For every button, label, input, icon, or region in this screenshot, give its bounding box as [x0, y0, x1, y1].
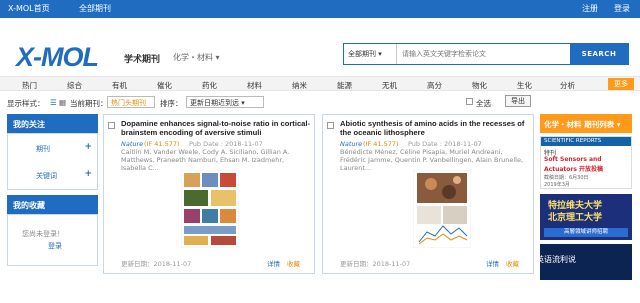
article-authors: Caitlin M. Vander Weele, Cody A. Sicilia… [121, 148, 290, 172]
nav-item-hot[interactable]: 热门 [22, 80, 37, 91]
category-nav: 热门 综合 有机 催化 药化 材料 纳米 能源 无机 高分 物化 生化 分析 更… [0, 76, 640, 91]
university-ad[interactable]: 特拉维夫大学 北京理工大学 高層領域讲师招聘 [540, 194, 632, 240]
article-title[interactable]: Abiotic synthesis of amino acids in the … [340, 119, 530, 137]
nav-item-nano[interactable]: 纳米 [292, 80, 307, 91]
article-pubdate: Pub Date : 2018-11-07 [189, 140, 263, 148]
search-scope-select[interactable]: 全部期刊 ▾ [344, 44, 397, 64]
article-favorite-link[interactable]: 收藏 [506, 258, 519, 268]
home-link[interactable]: X-MOL首页 [8, 3, 50, 14]
register-link[interactable]: 注册 [582, 3, 598, 14]
site-logo[interactable]: X-MOL [16, 42, 99, 73]
nav-item-biochem[interactable]: 生化 [517, 80, 532, 91]
search-input[interactable] [400, 44, 572, 64]
article-thumbnail[interactable] [413, 170, 471, 248]
ad-line: 截稿日期：6月30日 [544, 175, 589, 181]
sidebar: 我的关注 期刊 + 关键词 + 我的收藏 您尚未登录！ 登录 [7, 114, 98, 266]
ad-line: Soft Sensors and [544, 156, 602, 163]
nav-item-materials[interactable]: 材料 [247, 80, 262, 91]
display-style-label: 显示样式： [7, 99, 45, 108]
nav-item-energy[interactable]: 能源 [337, 80, 352, 91]
article-update-date: 更新日期：2018-11-07 [340, 260, 411, 268]
sort-select-label: 更新日期近到远 [190, 99, 239, 107]
list-view-icon[interactable]: ☰ [50, 98, 57, 107]
select-all-label: 全选 [476, 99, 491, 108]
ad-line: 2019年3月 [544, 182, 570, 188]
article-card: Dopamine enhances signal-to-noise ratio … [103, 114, 315, 274]
article-pubdate: Pub Date : 2018-11-07 [408, 140, 482, 148]
article-thumbnail[interactable] [181, 170, 239, 248]
article-journal[interactable]: Nature [340, 140, 362, 148]
category-label: 化学・材料 [173, 53, 213, 62]
scientific-reports-ad[interactable]: SCIENTIFIC REPORTS 特刊 Soft Sensors and A… [540, 136, 632, 189]
all-journals-link[interactable]: 全部期刊 [79, 3, 111, 14]
favorites-box: 您尚未登录！ 登录 [7, 214, 98, 266]
article-checkbox[interactable] [327, 122, 334, 129]
article-checkbox[interactable] [108, 122, 115, 129]
ad-line: 北京理工大学 [548, 213, 603, 223]
article-authors: Bénédicte Ménez, Céline Pisapia, Muriel … [340, 148, 524, 172]
chevron-down-icon: ▾ [616, 120, 621, 129]
sort-select[interactable]: 更新日期近到远 ▾ [186, 96, 264, 108]
nav-item-inorganic[interactable]: 无机 [382, 80, 397, 91]
chevron-down-icon: ▾ [215, 53, 220, 62]
article-favorite-link[interactable]: 收藏 [287, 258, 300, 268]
article-detail-link[interactable]: 详情 [486, 258, 499, 268]
nav-item-analytical[interactable]: 分析 [560, 80, 575, 91]
add-journal-icon[interactable]: + [84, 142, 92, 152]
search-bar: 全部期刊 ▾ SEARCH [343, 43, 629, 65]
add-keyword-icon[interactable]: + [84, 169, 92, 179]
nav-item-medchem[interactable]: 药化 [202, 80, 217, 91]
nav-item-catalysis[interactable]: 催化 [157, 80, 172, 91]
article-journal[interactable]: Nature [121, 140, 143, 148]
current-journal-select[interactable]: 热门头期刊 [107, 96, 155, 108]
top-bar: X-MOL首页 全部期刊 注册 登录 [0, 0, 640, 18]
article-impact: (IF 41.577) [144, 140, 180, 148]
article-detail-link[interactable]: 详情 [267, 258, 280, 268]
article-update-date: 更新日期：2018-11-07 [121, 260, 192, 268]
logo-subtitle: 学术期刊 [124, 55, 161, 65]
export-button[interactable]: 导出 [505, 95, 531, 107]
nav-more-button[interactable]: 更多 [608, 78, 634, 90]
favorites-title: 我的收藏 [7, 195, 98, 214]
journal-list-header[interactable]: 化学・材料 期刊列表 ▾ [540, 114, 632, 133]
ad-brand: SCIENTIFIC REPORTS [541, 137, 631, 146]
favorites-login-link[interactable]: 登录 [48, 241, 62, 251]
chevron-down-icon: ▾ [378, 50, 382, 58]
follow-keyword-link[interactable]: 关键词 [36, 171, 57, 181]
nav-item-general[interactable]: 综合 [67, 80, 82, 91]
watermark-text: 英语流利说 [536, 255, 576, 264]
grid-view-icon[interactable]: ▦ [59, 98, 66, 107]
login-hint: 您尚未登录！ [22, 230, 64, 238]
blue-ad[interactable]: 英语流利说 [536, 244, 632, 280]
nav-item-organic[interactable]: 有机 [112, 80, 127, 91]
ad-line: Actuators 开放投稿 [544, 166, 603, 173]
list-toolbar: 显示样式： ☰ ▦ 当前期刊： 热门头期刊 排序： 更新日期近到远 ▾ 全选 [0, 96, 640, 110]
sort-label: 排序： [160, 99, 183, 108]
journal-list-title: 化学・材料 期刊列表 [544, 120, 615, 129]
search-scope-label: 全部期刊 [348, 50, 376, 58]
follow-box: 期刊 + 关键词 + [7, 133, 98, 190]
article-impact: (IF 41.577) [363, 140, 399, 148]
article-card: Abiotic synthesis of amino acids in the … [322, 114, 534, 274]
search-button[interactable]: SEARCH [570, 43, 628, 65]
current-journal-label: 当前期刊： [70, 99, 108, 108]
category-dropdown[interactable]: 化学・材料 ▾ [173, 52, 220, 63]
nav-item-physchem[interactable]: 物化 [472, 80, 487, 91]
select-all-checkbox[interactable] [466, 98, 473, 105]
chevron-down-icon: ▾ [241, 99, 245, 107]
follow-title: 我的关注 [7, 114, 98, 133]
login-link[interactable]: 登录 [614, 3, 630, 14]
right-column: 化学・材料 期刊列表 ▾ SCIENTIFIC REPORTS 特刊 Soft … [536, 114, 632, 280]
article-title[interactable]: Dopamine enhances signal-to-noise ratio … [121, 119, 311, 137]
follow-journal-link[interactable]: 期刊 [36, 144, 50, 154]
ad-banner: 高層領域讲师招聘 [544, 228, 628, 237]
nav-item-polymer[interactable]: 高分 [427, 80, 442, 91]
